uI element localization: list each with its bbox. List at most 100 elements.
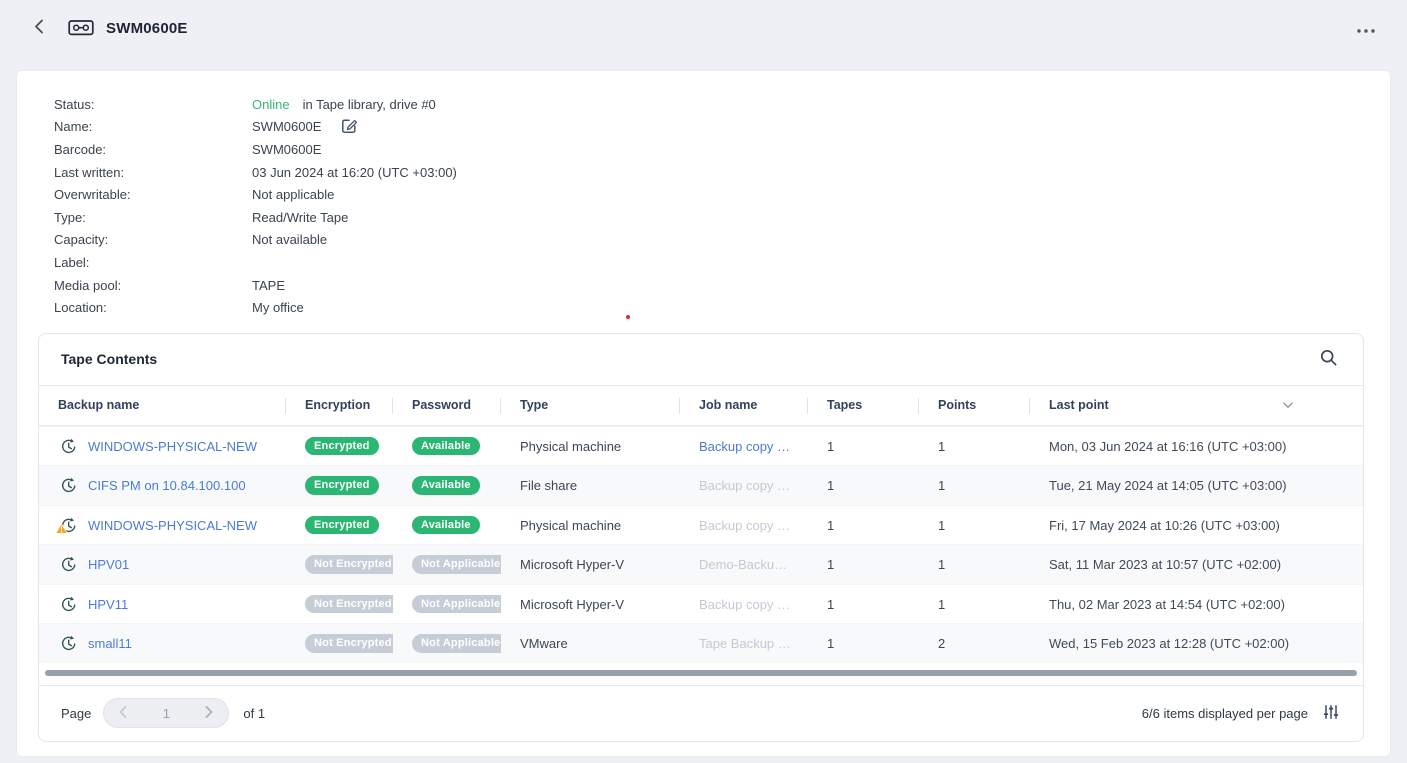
table-row[interactable]: HPV01 Not Encrypted.. Not Applicable. Mi… <box>39 544 1363 584</box>
last-point-cell: Wed, 15 Feb 2023 at 12:28 (UTC +02:00) <box>1049 636 1289 651</box>
job-name-cell: Demo-Backu… <box>699 557 787 572</box>
detail-row-type: Type: Read/Write Tape <box>54 206 1390 229</box>
page-count-label: of 1 <box>243 706 265 721</box>
page-number-input[interactable] <box>142 699 190 727</box>
points-cell: 1 <box>938 597 945 612</box>
topbar: SWM0600E <box>0 0 1407 56</box>
backup-name-link[interactable]: HPV01 <box>88 557 129 572</box>
detail-value: SWM0600E <box>252 119 321 134</box>
column-header-tapes[interactable]: Tapes <box>808 386 919 425</box>
detail-row-label: Label: <box>54 251 1390 274</box>
encryption-badge: Not Encrypted <box>305 634 393 653</box>
job-name-cell: Tape Backup … <box>699 636 791 651</box>
column-header-encryption[interactable]: Encryption <box>286 386 393 425</box>
sort-chevron-down-icon[interactable] <box>1283 402 1293 409</box>
points-cell: 1 <box>938 557 945 572</box>
tape-contents-title: Tape Contents <box>61 351 157 367</box>
detail-value: 03 Jun 2024 at 16:20 (UTC +03:00) <box>252 165 457 180</box>
details-list: Status: Online in Tape library, drive #0… <box>17 93 1390 319</box>
column-header-backup-name[interactable]: Backup name <box>39 386 286 425</box>
password-badge: Available <box>412 476 480 495</box>
table-footer: Page of 1 6/6 items displayed per page <box>39 685 1363 741</box>
previous-page-button[interactable] <box>104 699 142 727</box>
detail-row-media-pool: Media pool: TAPE <box>54 274 1390 297</box>
tape-icon <box>68 18 94 38</box>
detail-value: TAPE <box>252 278 285 293</box>
backup-name-link[interactable]: WINDOWS-PHYSICAL-NEW <box>88 518 257 533</box>
back-button[interactable] <box>30 15 48 41</box>
sliders-icon <box>1323 704 1339 723</box>
detail-label: Capacity: <box>54 232 252 247</box>
detail-label: Type: <box>54 210 252 225</box>
chevron-right-icon <box>205 706 213 721</box>
detail-row-barcode: Barcode: SWM0600E <box>54 138 1390 161</box>
detail-label: Location: <box>54 300 252 315</box>
backup-name-link[interactable]: small11 <box>88 636 132 651</box>
detail-row-capacity: Capacity: Not available <box>54 229 1390 252</box>
type-cell: Physical machine <box>520 518 621 533</box>
horizontal-scrollbar-thumb[interactable] <box>45 670 1357 676</box>
pager-control <box>103 698 229 728</box>
column-header-points[interactable]: Points <box>919 386 1030 425</box>
table-row[interactable]: HPV11 Not Encrypted.. Not Applicable. Mi… <box>39 584 1363 624</box>
tapes-cell: 1 <box>827 597 834 612</box>
table-row[interactable]: WINDOWS-PHYSICAL-NEW Encrypted Available… <box>39 426 1363 466</box>
tape-contents-header: Tape Contents <box>39 334 1363 386</box>
column-header-last-point[interactable]: Last point <box>1030 386 1363 425</box>
horizontal-scrollbar <box>39 663 1363 685</box>
column-header-last-point-label: Last point <box>1049 398 1109 412</box>
more-actions-button[interactable] <box>1351 15 1381 42</box>
edit-name-button[interactable] <box>339 115 360 139</box>
detail-row-last-written: Last written: 03 Jun 2024 at 16:20 (UTC … <box>54 161 1390 184</box>
items-per-page-label: 6/6 items displayed per page <box>1142 706 1308 721</box>
backup-name-link[interactable]: WINDOWS-PHYSICAL-NEW <box>88 439 257 454</box>
table-header: Backup name Encryption Password Type Job… <box>39 386 1363 426</box>
detail-label: Overwritable: <box>54 187 252 202</box>
type-cell: VMware <box>520 636 568 651</box>
tapes-cell: 1 <box>827 439 834 454</box>
column-header-password[interactable]: Password <box>393 386 501 425</box>
next-page-button[interactable] <box>190 699 228 727</box>
encryption-badge: Encrypted <box>305 437 379 456</box>
tape-contents-card: Tape Contents Backup name Encryption Pas… <box>38 333 1364 742</box>
job-name-link[interactable]: Backup copy … <box>699 439 790 454</box>
detail-label: Media pool: <box>54 278 252 293</box>
backup-name-link[interactable]: CIFS PM on 10.84.100.100 <box>88 478 246 493</box>
page-label: Page <box>61 706 91 721</box>
restore-point-icon <box>60 556 77 573</box>
job-name-cell: Backup copy … <box>699 518 790 533</box>
restore-point-icon <box>60 596 77 613</box>
backup-name-link[interactable]: HPV11 <box>88 597 128 612</box>
detail-label: Label: <box>54 255 252 270</box>
tape-details-card: Status: Online in Tape library, drive #0… <box>16 70 1391 757</box>
column-header-job-name[interactable]: Job name <box>680 386 808 425</box>
table-row[interactable]: WINDOWS-PHYSICAL-NEW Encrypted Available… <box>39 505 1363 545</box>
type-cell: Microsoft Hyper-V <box>520 597 624 612</box>
chevron-left-icon <box>34 19 44 37</box>
search-button[interactable] <box>1316 345 1341 373</box>
detail-label: Name: <box>54 119 252 134</box>
encryption-badge: Not Encrypted <box>305 595 393 614</box>
password-badge: Not Applicable <box>412 634 501 653</box>
points-cell: 2 <box>938 636 945 651</box>
detail-value: Read/Write Tape <box>252 210 348 225</box>
last-point-cell: Mon, 03 Jun 2024 at 16:16 (UTC +03:00) <box>1049 439 1286 454</box>
last-point-cell: Sat, 11 Mar 2023 at 10:57 (UTC +02:00) <box>1049 557 1281 572</box>
password-badge: Available <box>412 437 480 456</box>
table-row[interactable]: CIFS PM on 10.84.100.100 Encrypted Avail… <box>39 465 1363 505</box>
table-row[interactable]: small11 Not Encrypted.. Not Applicable. … <box>39 623 1363 663</box>
encryption-badge: Encrypted <box>305 516 379 535</box>
detail-value: SWM0600E <box>252 142 321 157</box>
last-point-cell: Fri, 17 May 2024 at 10:26 (UTC +03:00) <box>1049 518 1280 533</box>
tapes-cell: 1 <box>827 636 834 651</box>
detail-row-overwritable: Overwritable: Not applicable <box>54 183 1390 206</box>
last-point-cell: Thu, 02 Mar 2023 at 14:54 (UTC +02:00) <box>1049 597 1285 612</box>
pencil-icon <box>341 117 358 137</box>
column-header-type[interactable]: Type <box>501 386 680 425</box>
encryption-badge: Not Encrypted <box>305 555 393 574</box>
last-point-cell: Tue, 21 May 2024 at 14:05 (UTC +03:00) <box>1049 478 1287 493</box>
display-settings-button[interactable] <box>1321 702 1341 725</box>
type-cell: Physical machine <box>520 439 621 454</box>
job-name-cell: Backup copy … <box>699 597 790 612</box>
detail-row-location: Location: My office <box>54 296 1390 319</box>
